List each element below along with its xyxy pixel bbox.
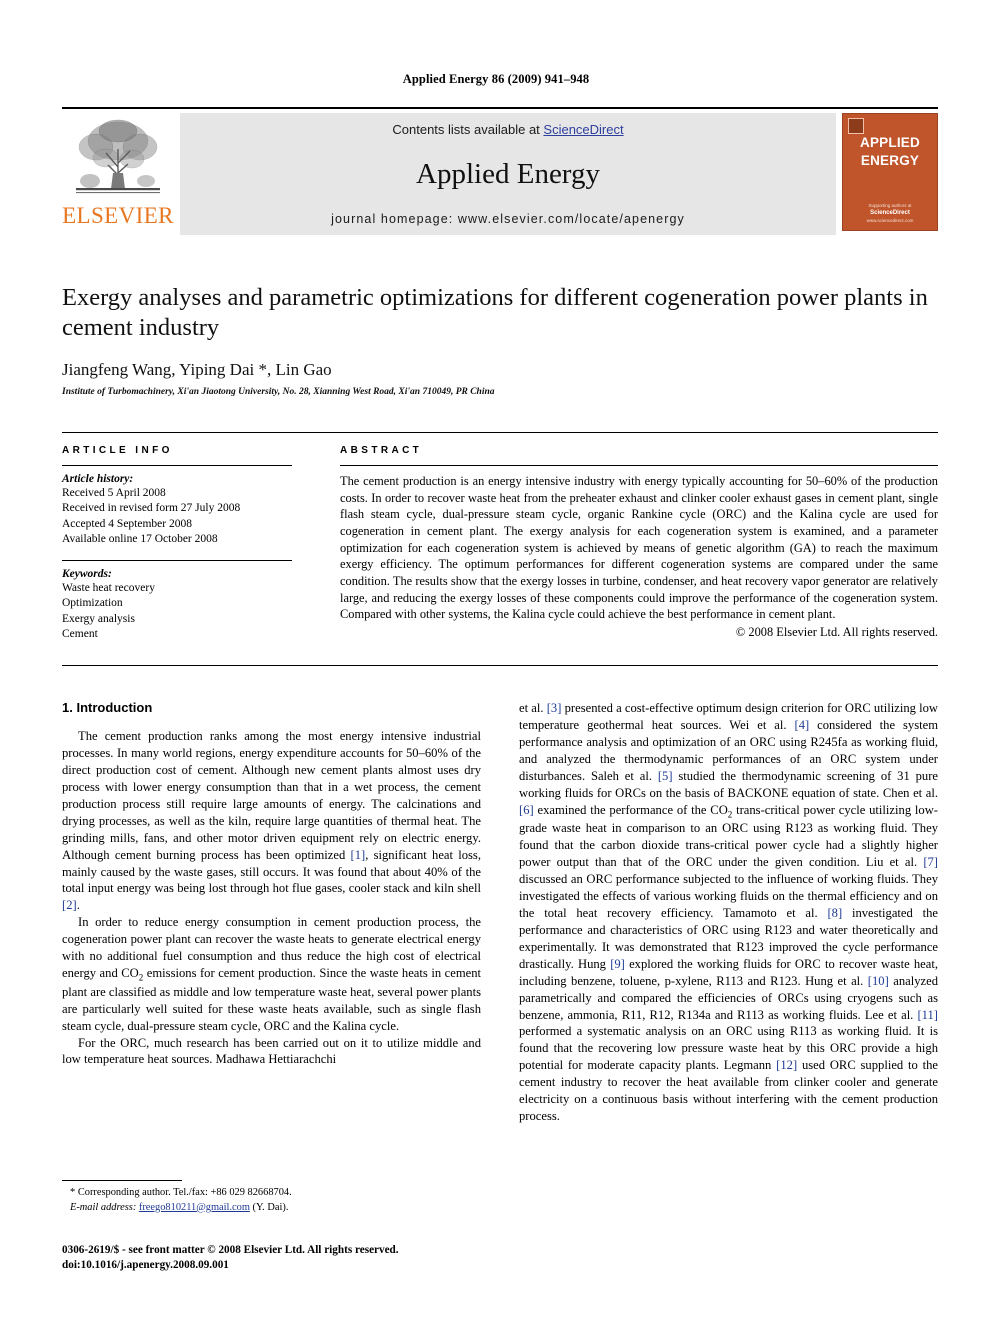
journal-title: Applied Energy bbox=[416, 158, 600, 190]
footnote-area: * Corresponding author. Tel./fax: +86 02… bbox=[62, 1180, 481, 1215]
reference-link-1[interactable]: [1] bbox=[351, 848, 366, 862]
article-info-label: ARTICLE INFO bbox=[62, 445, 173, 456]
reference-link-8[interactable]: [8] bbox=[827, 906, 842, 920]
abstract-label: ABSTRACT bbox=[340, 445, 423, 456]
paragraph: The cement production ranks among the mo… bbox=[62, 728, 481, 914]
affiliation: Institute of Turbomachinery, Xi'an Jiaot… bbox=[62, 387, 495, 398]
email-suffix: (Y. Dai). bbox=[252, 1201, 289, 1213]
running-head: Applied Energy 86 (2009) 941–948 bbox=[402, 72, 590, 86]
body-columns: 1. Introduction The cement production ra… bbox=[62, 700, 938, 1125]
cover-footer: Supporting authors at ScienceDirect www.… bbox=[843, 203, 937, 226]
email-label: E-mail address: bbox=[70, 1201, 137, 1213]
paragraph: et al. [3] presented a cost-effective op… bbox=[519, 700, 938, 1125]
contents-available-line: Contents lists available at ScienceDirec… bbox=[180, 122, 836, 137]
keyword-item: Waste heat recovery bbox=[62, 582, 155, 595]
body-column-left: 1. Introduction The cement production ra… bbox=[62, 700, 481, 1125]
abstract-copyright: © 2008 Elsevier Ltd. All rights reserved… bbox=[735, 625, 938, 640]
reference-link-3[interactable]: [3] bbox=[547, 701, 562, 715]
cover-footer-line-1: Supporting authors at bbox=[868, 202, 912, 208]
email-link[interactable]: freego810211@gmail.com bbox=[139, 1202, 250, 1213]
keyword-item: Optimization bbox=[62, 597, 123, 610]
reference-link-5[interactable]: [5] bbox=[658, 769, 673, 783]
paragraph-text: The cement production ranks among the mo… bbox=[62, 729, 481, 862]
reference-link-7[interactable]: [7] bbox=[923, 855, 938, 869]
body-column-right: et al. [3] presented a cost-effective op… bbox=[519, 700, 938, 1125]
cover-title-line-1: APPLIED bbox=[860, 135, 920, 150]
author-list: Jiangfeng Wang, Yiping Dai *, Lin Gao bbox=[62, 360, 332, 380]
cover-footer-sciencedirect: ScienceDirect bbox=[870, 210, 910, 217]
cover-mini-logo-icon bbox=[848, 118, 864, 134]
section-heading-introduction: 1. Introduction bbox=[62, 700, 153, 715]
elsevier-logo: ELSEVIER bbox=[62, 113, 174, 235]
journal-banner: ELSEVIER Contents lists available at Sci… bbox=[62, 107, 938, 235]
title-block: Exergy analyses and parametric optimizat… bbox=[62, 283, 938, 397]
reference-link-4[interactable]: [4] bbox=[795, 718, 810, 732]
reference-link-2[interactable]: [2] bbox=[62, 898, 77, 912]
history-item: Received in revised form 27 July 2008 bbox=[62, 502, 241, 515]
history-item: Available online 17 October 2008 bbox=[62, 532, 218, 545]
cover-title-line-2: ENERGY bbox=[860, 153, 920, 169]
issn-line: 0306-2619/$ - see front matter © 2008 El… bbox=[62, 1244, 399, 1256]
journal-cover-thumbnail: APPLIED ENERGY Supporting authors at Sci… bbox=[842, 113, 938, 231]
abstract-rule bbox=[340, 465, 938, 466]
abstract-column: ABSTRACT The cement production is an ene… bbox=[310, 433, 938, 665]
paper-page: Applied Energy 86 (2009) 941–948 ELSEVIE… bbox=[0, 0, 992, 1323]
info-abstract-band: ARTICLE INFO Article history: Received 5… bbox=[62, 432, 938, 666]
paragraph-text: examined the performance of the CO bbox=[533, 802, 728, 817]
article-history-heading: Article history: bbox=[62, 473, 134, 485]
paragraph-text: et al. bbox=[519, 701, 547, 715]
elsevier-tree-icon bbox=[76, 119, 160, 194]
article-info-rule bbox=[62, 465, 292, 466]
reference-link-12[interactable]: [12] bbox=[776, 1058, 797, 1072]
reference-link-9[interactable]: [9] bbox=[610, 957, 625, 971]
paragraph: For the ORC, much research has been carr… bbox=[62, 1035, 481, 1067]
journal-homepage-link[interactable]: journal homepage: www.elsevier.com/locat… bbox=[180, 212, 836, 226]
corresponding-author-note: * Corresponding author. Tel./fax: +86 02… bbox=[62, 1186, 481, 1201]
keyword-item: Cement bbox=[62, 627, 98, 640]
email-note: E-mail address: freego810211@gmail.com (… bbox=[62, 1201, 481, 1216]
keywords-heading: Keywords: bbox=[62, 568, 112, 581]
history-item: Accepted 4 September 2008 bbox=[62, 517, 192, 530]
corresponding-author-text: Corresponding author. Tel./fax: +86 029 … bbox=[77, 1187, 292, 1198]
reference-link-6[interactable]: [6] bbox=[519, 803, 534, 817]
reference-link-11[interactable]: [11] bbox=[917, 1008, 938, 1022]
paragraph: In order to reduce energy consumption in… bbox=[62, 914, 481, 1034]
keywords-rule bbox=[62, 560, 292, 562]
abstract-text: The cement production is an energy inten… bbox=[340, 474, 938, 622]
contents-panel: Contents lists available at ScienceDirec… bbox=[180, 113, 836, 235]
contents-prefix-text: Contents lists available at bbox=[392, 122, 544, 137]
paragraph-text: . bbox=[76, 898, 80, 913]
cover-title: APPLIED ENERGY bbox=[843, 134, 937, 170]
reference-link-10[interactable]: [10] bbox=[868, 974, 889, 988]
elsevier-wordmark: ELSEVIER bbox=[62, 203, 174, 228]
article-info-column: ARTICLE INFO Article history: Received 5… bbox=[62, 433, 310, 665]
doi-line: doi:10.1016/j.apenergy.2008.09.001 bbox=[62, 1259, 229, 1272]
footnote-rule bbox=[62, 1180, 182, 1181]
keyword-item: Exergy analysis bbox=[62, 612, 135, 625]
corresponding-author-marker: * bbox=[70, 1187, 76, 1198]
history-item: Received 5 April 2008 bbox=[62, 487, 166, 499]
cover-footer-url: www.sciencedirect.com bbox=[866, 218, 914, 224]
issn-doi-block: 0306-2619/$ - see front matter © 2008 El… bbox=[62, 1243, 562, 1273]
sciencedirect-link[interactable]: ScienceDirect bbox=[543, 122, 623, 137]
article-title: Exergy analyses and parametric optimizat… bbox=[62, 284, 928, 342]
